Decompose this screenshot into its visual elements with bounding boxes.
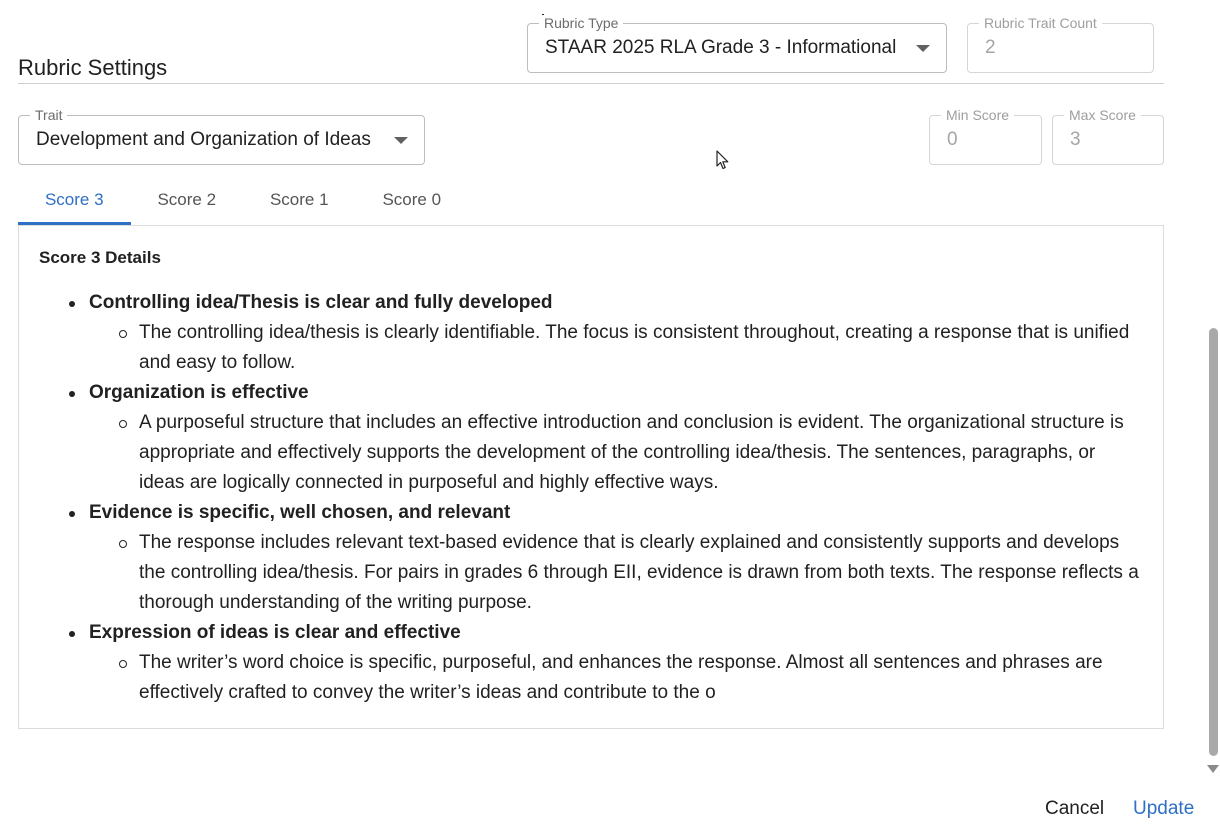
- bullet-icon: [69, 631, 75, 637]
- list-item: Expression of ideas is clear and effecti…: [69, 618, 1139, 708]
- list-item: Organization is effective A purposeful s…: [69, 378, 1139, 498]
- circle-bullet-icon: [119, 540, 127, 548]
- criterion-description: A purposeful structure that includes an …: [119, 408, 1139, 498]
- criterion-heading: Evidence is specific, well chosen, and r…: [89, 502, 511, 523]
- chevron-down-icon: [916, 45, 930, 52]
- min-score-field[interactable]: Min Score 0: [929, 107, 1042, 165]
- rubric-type-value: STAAR 2025 RLA Grade 3 - Informational: [545, 37, 897, 58]
- circle-bullet-icon: [119, 330, 127, 338]
- criterion-description: The controlling idea/thesis is clearly i…: [119, 318, 1139, 378]
- mouse-pointer-icon: [716, 150, 729, 170]
- active-tab-indicator: [18, 222, 131, 225]
- bullet-icon: [69, 511, 75, 517]
- score-details-panel: Score 3 Details Controlling idea/Thesis …: [18, 225, 1164, 729]
- rubric-type-select[interactable]: Rubric Type STAAR 2025 RLA Grade 3 - Inf…: [527, 15, 947, 73]
- cancel-button[interactable]: Cancel: [1045, 798, 1104, 820]
- min-score-label: Min Score: [941, 107, 1015, 123]
- trait-select[interactable]: Trait Development and Organization of Id…: [18, 107, 425, 165]
- trait-value: Development and Organization of Ideas: [36, 129, 371, 150]
- update-button[interactable]: Update: [1133, 798, 1194, 820]
- criterion-text: The controlling idea/thesis is clearly i…: [139, 322, 1130, 373]
- criterion-text: A purposeful structure that includes an …: [139, 412, 1124, 493]
- rubric-trait-count-value: 2: [985, 37, 996, 58]
- scroll-down-arrow-icon[interactable]: [1207, 765, 1219, 773]
- tab-score-0[interactable]: Score 0: [356, 176, 469, 224]
- list-item: Controlling idea/Thesis is clear and ful…: [69, 288, 1139, 378]
- criterion-description: The writer’s word choice is specific, pu…: [119, 648, 1139, 708]
- trait-label: Trait: [30, 107, 68, 123]
- tab-score-1[interactable]: Score 1: [243, 176, 356, 224]
- criterion-text: The response includes relevant text-base…: [139, 532, 1139, 613]
- details-title: Score 3 Details: [39, 248, 161, 267]
- list-item: Evidence is specific, well chosen, and r…: [69, 498, 1139, 618]
- criterion-heading: Organization is effective: [89, 382, 309, 403]
- rubric-criteria-list: Controlling idea/Thesis is clear and ful…: [69, 288, 1139, 708]
- criterion-heading: Controlling idea/Thesis is clear and ful…: [89, 292, 553, 313]
- rubric-type-label: Rubric Type: [539, 15, 624, 31]
- circle-bullet-icon: [119, 420, 127, 428]
- max-score-field[interactable]: Max Score 3: [1052, 107, 1164, 165]
- criterion-heading: Expression of ideas is clear and effecti…: [89, 622, 461, 643]
- criterion-description: The response includes relevant text-base…: [119, 528, 1139, 618]
- bullet-icon: [69, 391, 75, 397]
- scrollbar-thumb[interactable]: [1209, 328, 1218, 756]
- rubric-trait-count-label: Rubric Trait Count: [979, 15, 1102, 31]
- max-score-value: 3: [1070, 129, 1081, 150]
- rubric-trait-count-field[interactable]: Rubric Trait Count 2: [967, 15, 1154, 73]
- tab-score-2[interactable]: Score 2: [131, 176, 244, 224]
- chevron-down-icon: [394, 137, 408, 144]
- criterion-text: The writer’s word choice is specific, pu…: [139, 652, 1103, 703]
- bullet-icon: [69, 301, 75, 307]
- page-title: Rubric Settings: [18, 55, 168, 80]
- score-tabs: Score 3 Score 2 Score 1 Score 0: [18, 176, 468, 226]
- divider: [18, 83, 1164, 84]
- min-score-value: 0: [947, 129, 958, 150]
- tab-score-3[interactable]: Score 3: [18, 176, 131, 224]
- max-score-label: Max Score: [1064, 107, 1141, 123]
- circle-bullet-icon: [119, 660, 127, 668]
